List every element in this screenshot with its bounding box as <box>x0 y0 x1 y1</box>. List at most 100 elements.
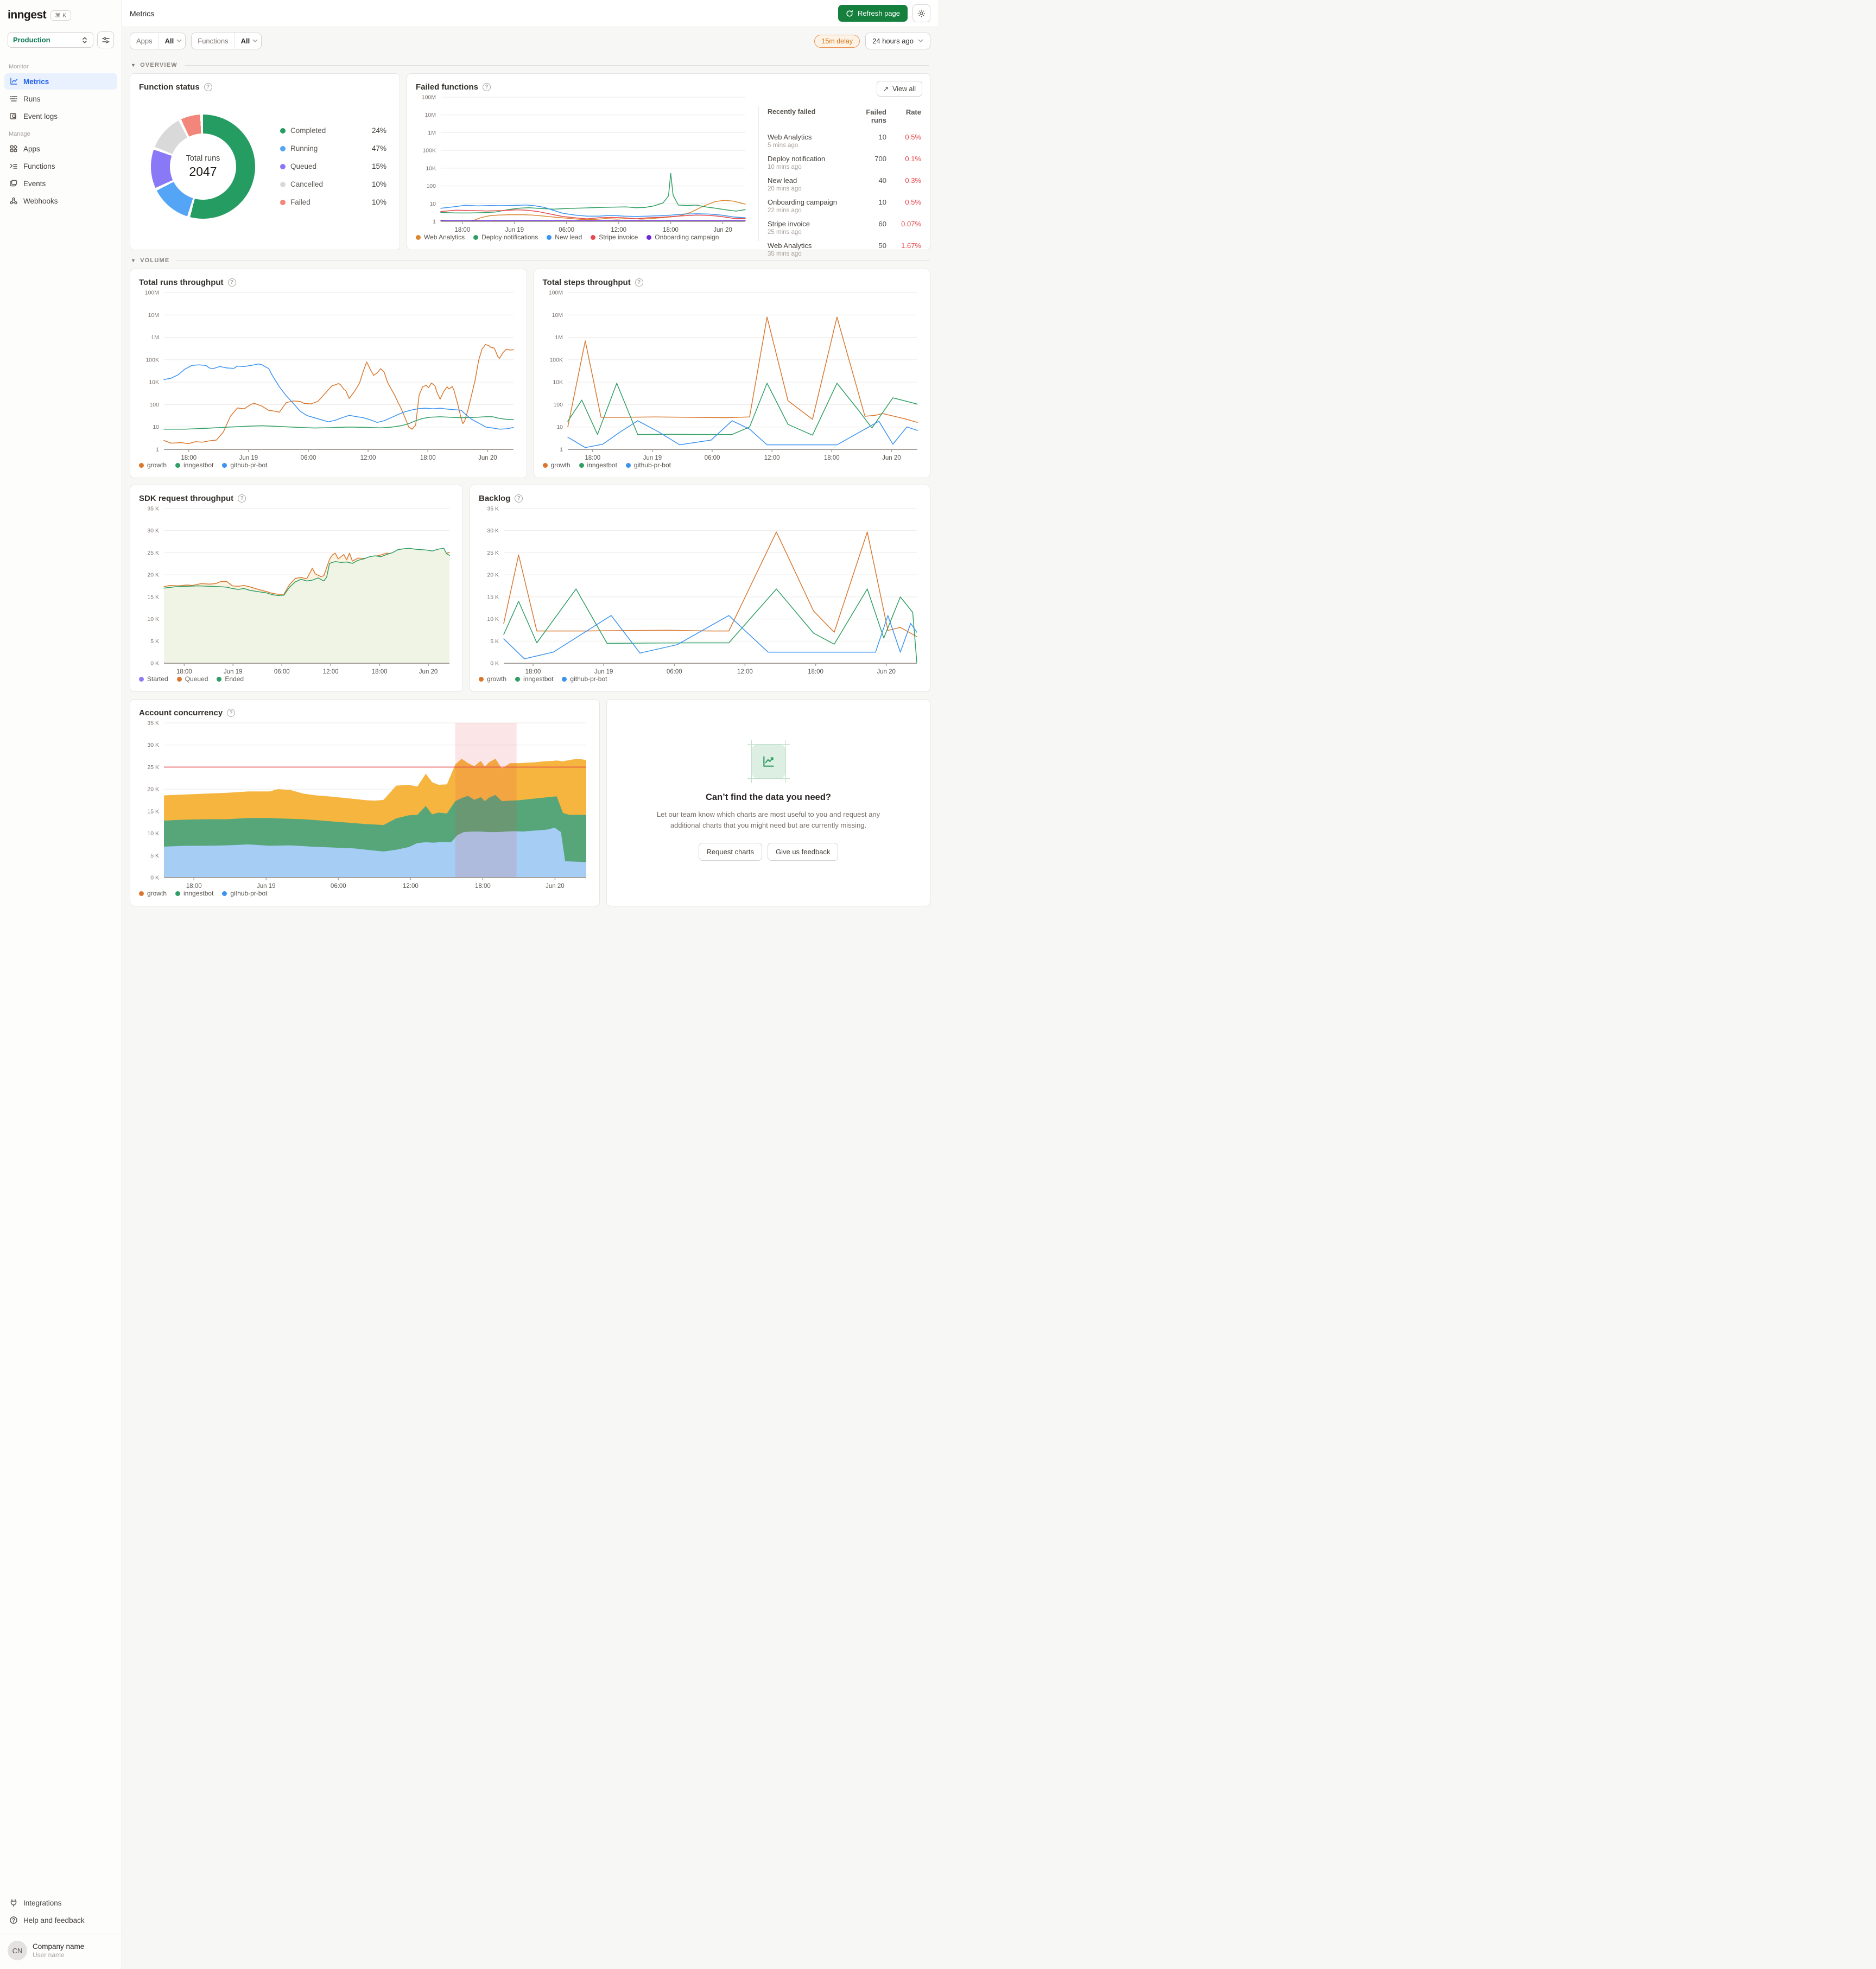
help-icon[interactable]: ? <box>515 494 523 503</box>
page-title: Metrics <box>130 9 155 18</box>
svg-text:12:00: 12:00 <box>360 455 376 461</box>
table-row[interactable]: New lead 20 mins ago 40 0.3% <box>768 173 921 195</box>
svg-text:10K: 10K <box>553 379 563 386</box>
sidebar-item-runs[interactable]: Runs <box>4 91 117 107</box>
command-k-shortcut[interactable]: ⌘ K <box>50 10 71 21</box>
help-icon[interactable]: ? <box>238 494 246 503</box>
failed-functions-chart[interactable]: 1 10 100 10K 100K 1M 10M 100M 18:00 Jun 19 06:00 12… <box>416 92 750 233</box>
svg-text:18:00: 18:00 <box>475 883 491 890</box>
svg-text:5 K: 5 K <box>490 638 499 645</box>
svg-text:18:00: 18:00 <box>585 455 600 461</box>
svg-text:10 K: 10 K <box>147 830 159 837</box>
svg-text:10M: 10M <box>552 312 562 319</box>
svg-text:Jun 20: Jun 20 <box>419 669 438 675</box>
card-title: Function status <box>139 82 200 92</box>
request-charts-card: Can’t find the data you need? Let our te… <box>606 699 930 906</box>
svg-text:15 K: 15 K <box>147 594 159 600</box>
account-menu[interactable]: CN Company name User name <box>0 1934 122 1969</box>
sidebar-item-apps[interactable]: Apps <box>4 141 117 157</box>
svg-text:1: 1 <box>433 219 436 225</box>
donut-total-value: 2047 <box>189 164 217 179</box>
overview-section-header[interactable]: ▼ OVERVIEW <box>130 55 930 73</box>
legend-item: Failed 10% <box>280 193 386 211</box>
sidebar-item-webhooks[interactable]: Webhooks <box>4 193 117 209</box>
recently-failed-table: Recently failed Failed runs Rate Web Ana… <box>758 106 921 257</box>
sidebar-item-integrations[interactable]: Integrations <box>4 1895 117 1911</box>
table-row[interactable]: Web Analytics 5 mins ago 10 0.5% <box>768 130 921 151</box>
environment-select[interactable]: Production <box>8 32 93 48</box>
help-icon[interactable]: ? <box>635 278 643 287</box>
time-range-select[interactable]: 24 hours ago <box>865 33 930 49</box>
help-icon[interactable]: ? <box>227 278 236 287</box>
inngest-logo: inngest <box>8 9 47 21</box>
failed-functions-card: Failed functions ? ↗ View all 1 10 100 10K 1… <box>407 73 930 257</box>
sidebar-item-metrics[interactable]: Metrics <box>4 73 117 90</box>
table-row[interactable]: Web Analytics 35 mins ago 50 1.67% <box>768 238 921 260</box>
sliders-icon <box>102 36 110 43</box>
svg-text:35 K: 35 K <box>147 506 159 512</box>
filters-bar: Apps All Functions All 15m delay 24 hour… <box>122 27 938 55</box>
help-icon[interactable]: ? <box>204 83 212 91</box>
svg-text:18:00: 18:00 <box>186 883 202 890</box>
svg-text:30 K: 30 K <box>487 528 499 534</box>
environment-name: Production <box>13 36 50 44</box>
sidebar-item-help-feedback[interactable]: Help and feedback <box>4 1912 117 1928</box>
total-steps-chart[interactable]: 1 10 100 10K 100K 1M 10M 100M 18:00 Jun 19 06:00 12… <box>543 287 922 461</box>
chart-icon-tile <box>747 740 790 783</box>
svg-text:Jun 19: Jun 19 <box>594 669 613 675</box>
company-name: Company name <box>33 1942 85 1951</box>
environment-filter-button[interactable] <box>97 31 114 48</box>
refresh-icon <box>846 10 853 17</box>
backlog-chart[interactable]: 0 K 5 K 10 K 15 K 20 K 25 K 30 K 35 K 18:00 Jun 1… <box>479 503 921 675</box>
collapse-caret-icon: ▼ <box>131 62 137 68</box>
svg-text:06:00: 06:00 <box>667 669 682 675</box>
sidebar-item-events[interactable]: Events <box>4 175 117 192</box>
account-concurrency-chart[interactable]: 0 K 5 K 10 K 15 K 20 K 25 K 30 K 35 K 18:00 Jun 1… <box>139 717 591 890</box>
svg-text:0 K: 0 K <box>150 875 159 881</box>
svg-text:Jun 19: Jun 19 <box>257 883 276 890</box>
svg-text:1: 1 <box>156 447 159 453</box>
plug-icon <box>10 1899 17 1907</box>
card-title: Backlog <box>479 494 511 503</box>
total-steps-throughput-card: Total steps throughput ? 1 10 100 10K 100K 1M… <box>533 269 930 478</box>
sdk-request-chart[interactable]: 0 K 5 K 10 K 15 K 20 K 25 K 30 K 35 K 18:00 Jun 1… <box>139 503 454 675</box>
table-row[interactable]: Onboarding campaign 22 mins ago 10 0.5% <box>768 195 921 217</box>
svg-text:0 K: 0 K <box>150 660 159 667</box>
refresh-page-button[interactable]: Refresh page <box>838 5 908 22</box>
settings-button[interactable] <box>912 4 930 22</box>
backlog-card: Backlog ? 0 K 5 K 10 K 15 K 20 K 25 K 30 K 35 K… <box>470 485 930 692</box>
svg-text:100M: 100M <box>422 94 436 101</box>
sidebar-item-functions[interactable]: Functions <box>4 158 117 174</box>
sdk-request-throughput-card: SDK request throughput ? 0 K 5 K 10 K 15 K 2… <box>130 485 463 692</box>
svg-text:30 K: 30 K <box>147 528 159 534</box>
svg-text:10M: 10M <box>425 112 436 118</box>
card-title: SDK request throughput <box>139 494 234 503</box>
svg-text:100K: 100K <box>549 357 563 363</box>
help-icon <box>10 1916 17 1924</box>
svg-text:18:00: 18:00 <box>181 455 197 461</box>
give-feedback-button[interactable]: Give us feedback <box>767 843 839 861</box>
table-row[interactable]: Deploy notification 10 mins ago 700 0.1% <box>768 151 921 173</box>
svg-text:100K: 100K <box>145 357 159 363</box>
help-icon[interactable]: ? <box>227 709 236 717</box>
svg-text:12:00: 12:00 <box>764 455 779 461</box>
request-charts-button[interactable]: Request charts <box>698 843 762 861</box>
svg-text:Jun 20: Jun 20 <box>877 669 896 675</box>
help-icon[interactable]: ? <box>483 83 491 91</box>
nav-section-label: Manage <box>9 131 30 137</box>
functions-filter[interactable]: Functions All <box>191 33 262 49</box>
view-all-button[interactable]: ↗ View all <box>876 81 922 97</box>
svg-text:Jun 20: Jun 20 <box>882 455 901 461</box>
updown-chevron-icon <box>83 36 87 43</box>
svg-text:18:00: 18:00 <box>525 669 541 675</box>
svg-text:10M: 10M <box>148 312 159 319</box>
chevron-down-icon <box>918 39 923 43</box>
total-runs-chart[interactable]: 1 10 100 10K 100K 1M 10M 100M 18:00 Jun 19 06:00 12… <box>139 287 518 461</box>
svg-text:15 K: 15 K <box>147 808 159 815</box>
sidebar-item-event-logs[interactable]: Event logs <box>4 108 117 124</box>
function-status-donut: Total runs 2047 <box>151 114 255 219</box>
table-row[interactable]: Stripe invoice 25 mins ago 60 0.07% <box>768 217 921 238</box>
function-status-card: Function status ? Total runs 2047 Comple… <box>130 73 400 250</box>
apps-filter[interactable]: Apps All <box>130 33 186 49</box>
svg-text:1: 1 <box>560 447 563 453</box>
